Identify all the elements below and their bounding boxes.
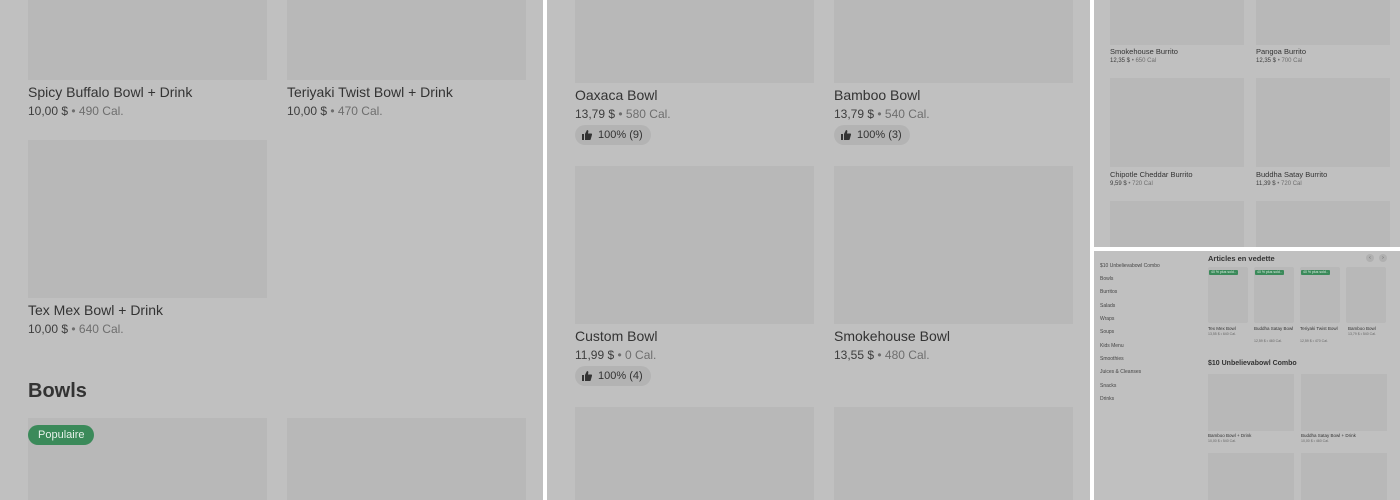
- item-image: [575, 0, 814, 83]
- item-image: [1254, 267, 1294, 323]
- item-image: [1208, 267, 1248, 323]
- featured-heading: Articles en vedette: [1208, 254, 1275, 263]
- nav-item-juices[interactable]: Juices & Cleanses: [1100, 369, 1141, 375]
- nav-item-bowls[interactable]: Bowls: [1100, 276, 1113, 282]
- item-image: [834, 166, 1073, 324]
- item-name: Bamboo Bowl: [834, 87, 921, 103]
- nav-item-kids-menu[interactable]: Kids Menu: [1100, 343, 1124, 349]
- item-image: [834, 0, 1073, 83]
- item-image: [575, 166, 814, 324]
- combo-heading: $10 Unbelievabowl Combo: [1208, 360, 1297, 367]
- menu-panel-combos: Spicy Buffalo Bowl + Drink 10,00 $ • 490…: [0, 0, 543, 500]
- item-meta: 10,00 $ • 540 Cal.: [1208, 439, 1236, 443]
- item-name: Tex Mex Bowl + Drink: [28, 302, 163, 318]
- item-image[interactable]: [1256, 201, 1390, 247]
- item-meta: 12,59 $ • 460 Cal.: [1254, 339, 1282, 343]
- item-name: Buddha Satay Bowl: [1254, 326, 1294, 331]
- item-name: Chipotle Cheddar Burrito: [1110, 170, 1193, 179]
- item-image[interactable]: [1110, 201, 1244, 247]
- chevron-right-icon[interactable]: ›: [1379, 254, 1387, 262]
- nav-item-drinks[interactable]: Drinks: [1100, 396, 1114, 402]
- rating-pill: 100% (4): [575, 366, 651, 386]
- item-meta: 13,55 $ • 640 Cal.: [1208, 332, 1236, 336]
- thumbs-up-icon: [582, 371, 592, 381]
- item-name: Bamboo Bowl + Drink: [1208, 433, 1252, 438]
- item-image[interactable]: [1301, 453, 1387, 500]
- chevron-left-icon[interactable]: ‹: [1366, 254, 1374, 262]
- menu-panel-burritos: Smokehouse Burrito 12,35 $ • 650 Cal Pan…: [1094, 0, 1400, 247]
- item-image[interactable]: [1208, 453, 1294, 500]
- nav-item-smoothies[interactable]: Smoothies: [1100, 356, 1124, 362]
- item-name: Smokehouse Bowl: [834, 328, 950, 344]
- item-name: Buddha Satay Bowl + Drink: [1301, 433, 1356, 438]
- item-name: Teriyaki Twist Bowl + Drink: [287, 84, 453, 100]
- nav-item-snacks[interactable]: Snacks: [1100, 383, 1116, 389]
- item-image: [1256, 78, 1390, 167]
- item-name: Buddha Satay Burrito: [1256, 170, 1328, 179]
- item-image: [1300, 267, 1340, 323]
- featured-badge: 40 % plus sold..: [1301, 270, 1330, 275]
- item-image: [1208, 374, 1294, 431]
- item-image: [28, 140, 267, 298]
- nav-item-burritos[interactable]: Burritos: [1100, 289, 1117, 295]
- item-image: [834, 407, 1073, 500]
- item-meta: 10,00 $ • 470 Cal.: [287, 104, 383, 118]
- rating-pill: 100% (9): [575, 125, 651, 145]
- item-image: [287, 418, 526, 500]
- item-meta: 10,00 $ • 490 Cal.: [28, 104, 124, 118]
- item-image: [287, 0, 526, 80]
- nav-item-salads[interactable]: Salads: [1100, 303, 1115, 309]
- item-name: Custom Bowl: [575, 328, 658, 344]
- item-name: Tex Mex Bowl: [1208, 326, 1236, 331]
- item-meta: 13,79 $ • 540 Cal.: [834, 107, 930, 121]
- item-name: Teriyaki Twist Bowl: [1300, 326, 1338, 331]
- item-meta: 12,35 $ • 700 Cal: [1256, 58, 1303, 64]
- item-image: [1256, 0, 1390, 45]
- nav-item-wraps[interactable]: Wraps: [1100, 316, 1114, 322]
- item-image: [1110, 0, 1244, 45]
- item-name: Oaxaca Bowl: [575, 87, 658, 103]
- item-name: Pangoa Burrito: [1256, 47, 1307, 56]
- rating-pill: 100% (3): [834, 125, 910, 145]
- featured-badge: 40 % plus sold..: [1209, 270, 1238, 275]
- item-meta: 12,59 $ • 470 Cal.: [1300, 339, 1328, 343]
- item-image: [1301, 374, 1387, 431]
- nav-item-combo[interactable]: $10 Unbelievabowl Combo: [1100, 263, 1160, 269]
- section-heading-bowls: Bowls: [28, 380, 87, 402]
- item-image: [1110, 78, 1244, 167]
- item-name: Bamboo Bowl: [1348, 326, 1376, 331]
- item-meta: 13,55 $ • 480 Cal.: [834, 348, 930, 362]
- item-image: [1346, 267, 1386, 323]
- nav-item-soups[interactable]: Soups: [1100, 329, 1114, 335]
- item-meta: 12,35 $ • 650 Cal: [1110, 58, 1157, 64]
- popular-badge: Populaire: [28, 425, 95, 445]
- item-meta: 9,59 $ • 720 Cal: [1110, 181, 1153, 187]
- item-meta: 13,79 $ • 540 Cal.: [1348, 332, 1376, 336]
- item-name: Smokehouse Burrito: [1110, 47, 1178, 56]
- item-meta: 10,00 $ • 460 Cal.: [1301, 439, 1329, 443]
- item-meta: 10,00 $ • 640 Cal.: [28, 322, 124, 336]
- item-meta: 13,79 $ • 580 Cal.: [575, 107, 671, 121]
- thumbs-up-icon: [841, 130, 851, 140]
- item-image: [28, 0, 267, 80]
- item-meta: 11,39 $ • 720 Cal: [1256, 181, 1302, 187]
- item-meta: 11,99 $ • 0 Cal.: [575, 348, 657, 362]
- item-name: Spicy Buffalo Bowl + Drink: [28, 84, 193, 100]
- menu-panel-bowls: Oaxaca Bowl 13,79 $ • 580 Cal. 100% (9) …: [547, 0, 1090, 500]
- featured-badge: 40 % plus sold..: [1255, 270, 1284, 275]
- item-image: [575, 407, 814, 500]
- thumbs-up-icon: [582, 130, 592, 140]
- menu-overview-panel: $10 Unbelievabowl Combo Bowls Burritos S…: [1094, 251, 1400, 500]
